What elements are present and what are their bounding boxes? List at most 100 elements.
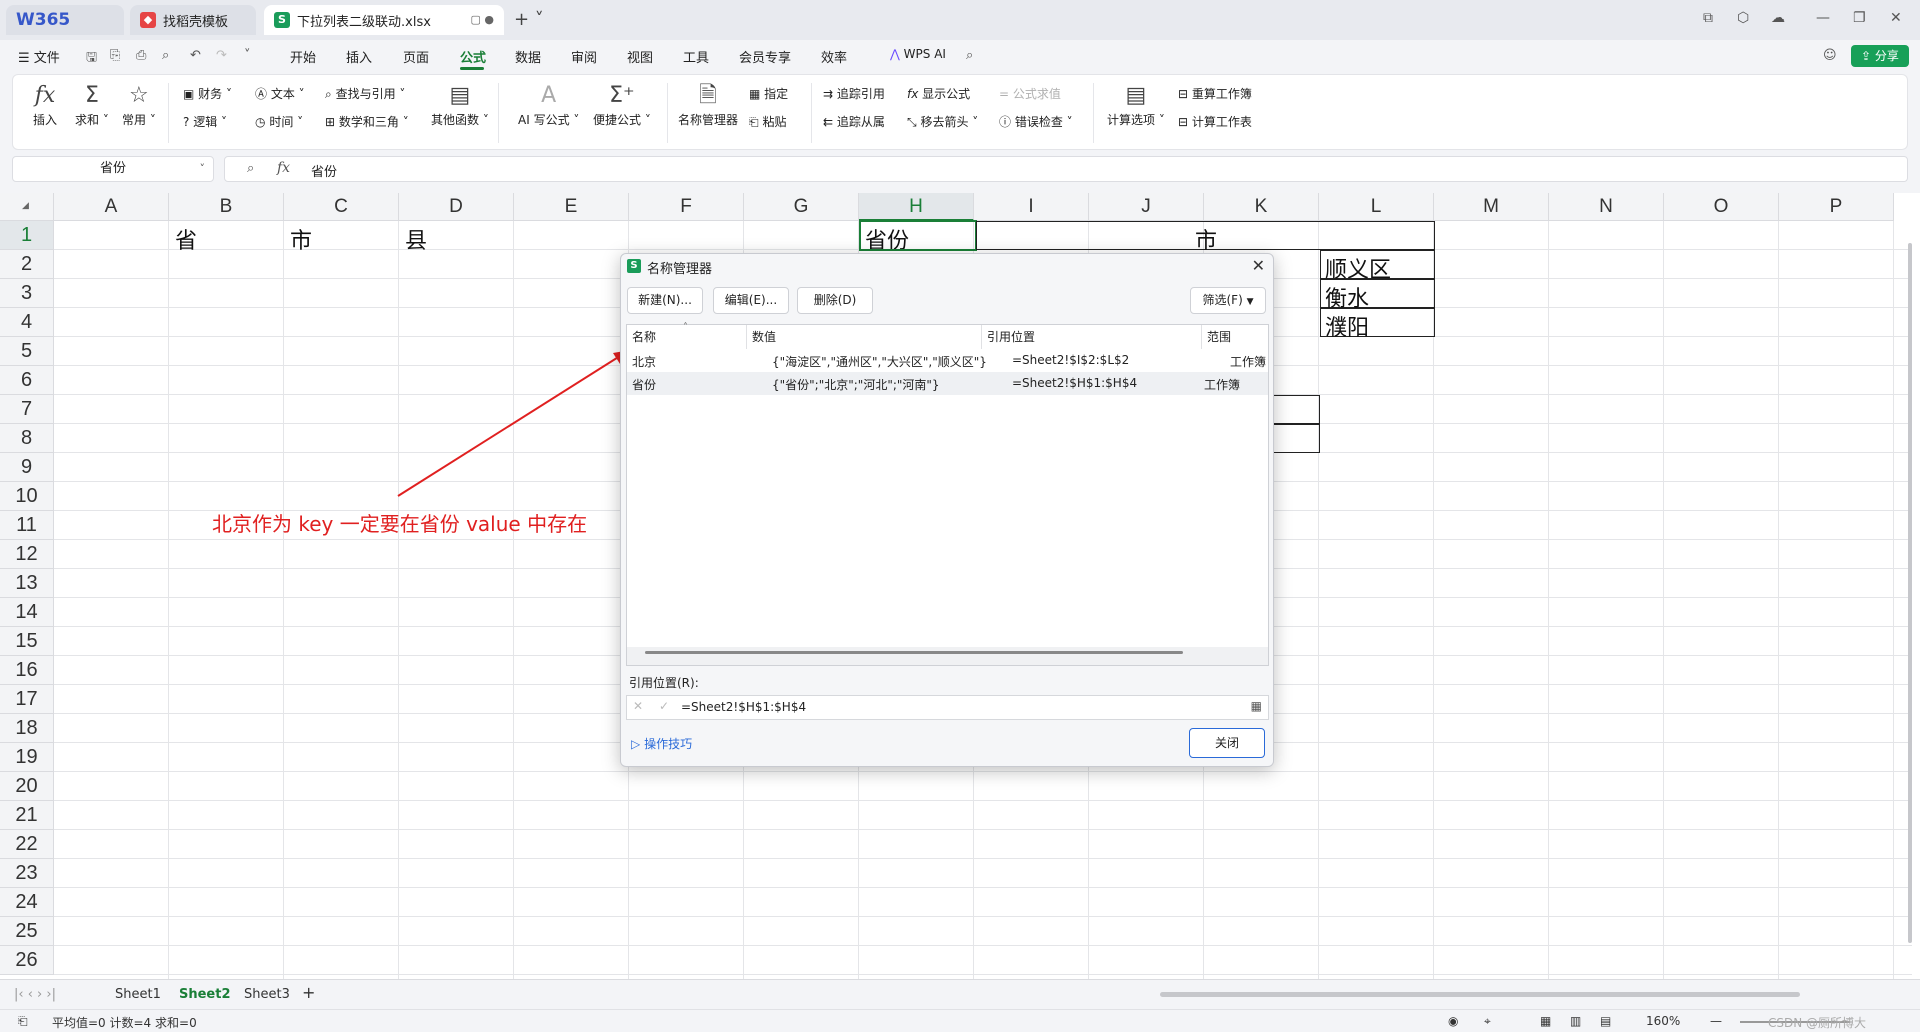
column-header-e[interactable]: E [514,193,629,221]
select-all-corner[interactable]: ◢ [0,193,54,221]
wps-ai-button[interactable]: ⋀ WPS AI [890,47,946,61]
error-check-button[interactable]: ⓘ 错误检查 ˅ [999,113,1073,130]
restore-icon[interactable]: ❐ [1853,10,1866,26]
evaluate-formula-button[interactable]: = 公式求值 [999,85,1061,102]
cloud-icon[interactable]: ☁ [1771,10,1785,26]
name-manager-button[interactable]: 🗎 名称管理器 [678,81,738,128]
zoom-out-icon[interactable]: — [1710,1014,1722,1028]
menu-tools[interactable]: 工具 [683,47,709,66]
column-header-k[interactable]: K [1204,193,1319,221]
row-header-1[interactable]: 1 [0,221,54,250]
column-header-n[interactable]: N [1549,193,1664,221]
finance-button[interactable]: ▣ 财务 ˅ [183,85,232,102]
column-header-i[interactable]: I [974,193,1089,221]
row-header-5[interactable]: 5 [0,337,54,366]
filter-button[interactable]: 筛选(F) ▼ [1190,287,1266,314]
menu-review[interactable]: 审阅 [571,47,597,66]
close-button[interactable]: 关闭 [1189,728,1265,758]
header-scope[interactable]: 范围 [1202,325,1268,349]
ai-formula-button[interactable]: A AI 写公式 ˅ [518,81,579,128]
edit-name-button[interactable]: 编辑(E)... [713,287,789,314]
row-header-3[interactable]: 3 [0,279,54,308]
menu-member[interactable]: 会员专享 [739,47,791,66]
eye-protect-icon[interactable]: ◉ [1448,1014,1458,1028]
header-value[interactable]: 数值 [747,325,982,349]
quick-formula-button[interactable]: Σ⁺ 便捷公式 ˅ [593,81,651,128]
row-header-6[interactable]: 6 [0,366,54,395]
remove-arrows-button[interactable]: ⤡ 移去箭头 ˅ [907,113,978,130]
row-header-15[interactable]: 15 [0,627,54,656]
logic-button[interactable]: ? 逻辑 ˅ [183,113,227,130]
page-break-icon[interactable]: ▤ [1600,1014,1611,1028]
sheet-tab-2[interactable]: Sheet2 [179,987,231,1002]
tab-file[interactable]: S 下拉列表二级联动.xlsx ▢ ● [264,5,504,35]
close-icon[interactable]: ✕ [1890,10,1902,26]
row-header-10[interactable]: 10 [0,482,54,511]
menu-formula[interactable]: 公式 [460,47,486,66]
column-header-d[interactable]: D [399,193,514,221]
row-header-2[interactable]: 2 [0,250,54,279]
row-header-7[interactable]: 7 [0,395,54,424]
column-header-b[interactable]: B [169,193,284,221]
menu-page[interactable]: 页面 [403,47,429,66]
fx-icon[interactable]: fx [277,160,290,176]
column-header-m[interactable]: M [1434,193,1549,221]
trace-dependents-button[interactable]: ⇇ 追踪从属 [823,113,885,130]
row-header-21[interactable]: 21 [0,801,54,830]
sheet-tab-3[interactable]: Sheet3 [244,987,290,1002]
row-header-26[interactable]: 26 [0,946,54,975]
list-item[interactable]: 省份 {"省份";"北京";"河北";"河南"} =Sheet2!$H$1:$H… [627,372,1268,395]
undo-icon[interactable]: ↶ [190,48,201,63]
lookup-button[interactable]: ⌕ 查找与引用 ˅ [325,85,405,102]
print-icon[interactable]: ⎙ [136,48,146,63]
calc-sheet-button[interactable]: ⊟ 计算工作表 [1178,113,1252,130]
text-button[interactable]: Ⓐ 文本 ˅ [255,85,305,102]
minimize-icon[interactable]: — [1816,10,1830,26]
vertical-scroll-thumb[interactable] [1908,243,1912,943]
cube-icon[interactable]: ⬡ [1737,10,1749,26]
names-list[interactable]: 名称 ˄ 数值 引用位置 范围 北京 {"海淀区","通州区","大兴区","顺… [626,322,1269,666]
column-header-j[interactable]: J [1089,193,1204,221]
trace-precedents-button[interactable]: ⇉ 追踪引用 [823,85,885,102]
row-header-23[interactable]: 23 [0,859,54,888]
comment-icon[interactable]: ☺ [1823,48,1837,63]
tab-close-icon[interactable]: ▢ ● [471,13,495,26]
sheet-tab-1[interactable]: Sheet1 [115,987,161,1002]
row-header-8[interactable]: 8 [0,424,54,453]
other-functions-button[interactable]: ▤ 其他函数 ˅ [431,81,489,128]
column-header-g[interactable]: G [744,193,859,221]
column-header-h[interactable]: H [859,193,974,221]
column-header-o[interactable]: O [1664,193,1779,221]
refers-to-field[interactable]: ✕ ✓ =Sheet2!$H$1:$H$4 ▦ [626,695,1269,720]
row-header-14[interactable]: 14 [0,598,54,627]
row-header-25[interactable]: 25 [0,917,54,946]
list-item[interactable]: 北京 {"海淀区","通州区","大兴区","顺义区"} =Sheet2!$I$… [627,349,1268,372]
new-tab-button[interactable]: + ˅ [514,9,544,30]
column-header-p[interactable]: P [1779,193,1894,221]
status-mode-icon[interactable]: ⎗ [18,1014,28,1029]
collapse-dialog-icon[interactable]: ▦ [1251,699,1262,713]
name-box-dropdown-icon[interactable]: ˅ [200,157,206,181]
confirm-edit-icon[interactable]: ✓ [659,699,669,713]
row-header-24[interactable]: 24 [0,888,54,917]
search-icon[interactable]: ⌕ [966,48,973,63]
row-header-19[interactable]: 19 [0,743,54,772]
row-header-4[interactable]: 4 [0,308,54,337]
focus-icon[interactable]: ⌖ [1484,1014,1491,1029]
zoom-search-icon[interactable]: ⌕ [247,161,254,176]
sheet-nav-icon[interactable]: |‹ ‹ › ›| [14,987,56,1002]
menu-home[interactable]: 开始 [290,47,316,66]
tab-w365[interactable]: W365 [6,5,124,35]
insert-function-button[interactable]: fx 插入 [33,81,57,128]
column-header-c[interactable]: C [284,193,399,221]
row-header-13[interactable]: 13 [0,569,54,598]
header-refers-to[interactable]: 引用位置 [982,325,1202,349]
zoom-level[interactable]: 160% [1646,1014,1680,1028]
column-header-l[interactable]: L [1319,193,1434,221]
layout-icon[interactable]: ⧉ [1703,10,1713,26]
menu-insert[interactable]: 插入 [346,47,372,66]
menu-data[interactable]: 数据 [515,47,541,66]
file-menu[interactable]: ☰ 文件 [18,47,60,66]
menu-view[interactable]: 视图 [627,47,653,66]
list-scroll-thumb[interactable] [645,651,1183,654]
